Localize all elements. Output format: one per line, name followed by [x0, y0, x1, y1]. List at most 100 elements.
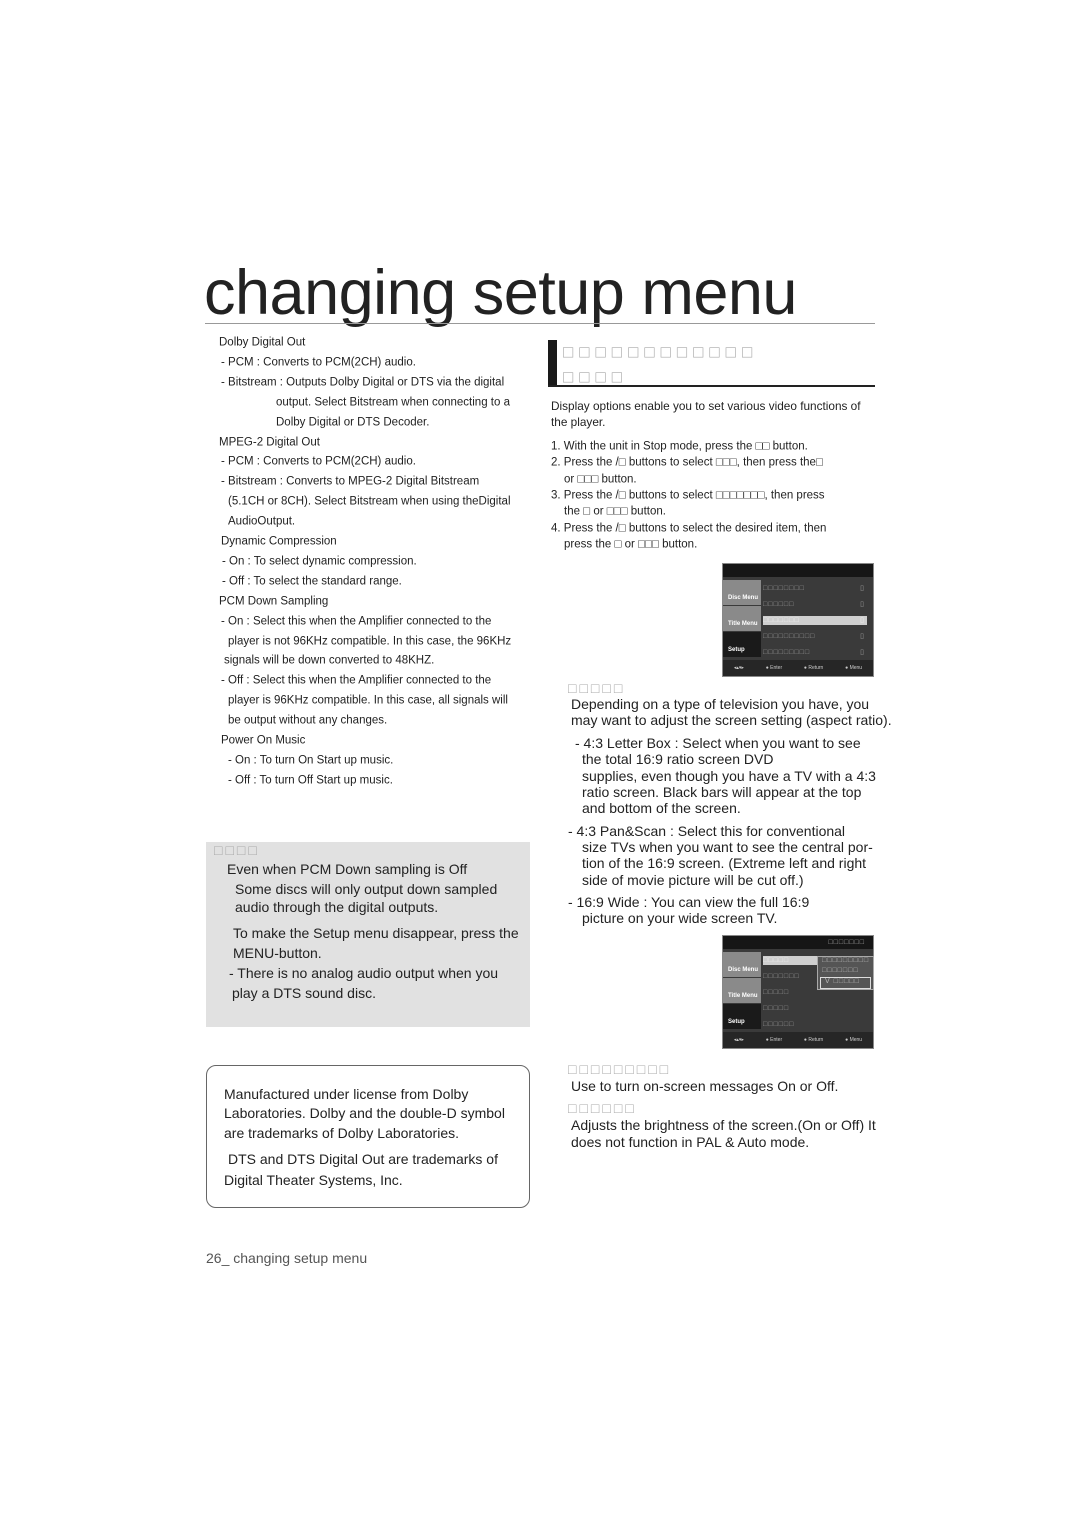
intro-line: Display options enable you to set variou… — [551, 399, 861, 414]
license-line: DTS and DTS Digital Out are trademarks o… — [228, 1151, 498, 1167]
osd-row-label: □□□□□ — [763, 989, 790, 996]
osd-footer-hint: ● Enter — [765, 665, 783, 671]
tv-aspect-screenshot: □□□□□□□ Disc Menu Title Menu Setup □□□□□ □□□□… — [722, 935, 874, 1049]
step-line: or □□□ button. — [564, 473, 637, 486]
tv-aspect-line: size TVs when you want to see the centra… — [582, 839, 873, 855]
osd-tab-label: Setup — [728, 1019, 745, 1025]
osd-footer-hint: ● Return — [803, 665, 824, 671]
tv-aspect-heading: □□□□□ — [568, 680, 626, 696]
text-line: Dolby Digital or DTS Decoder. — [276, 415, 430, 428]
text-line: player is not 96KHz compatible. In this … — [228, 634, 512, 647]
tv-aspect-line: may want to adjust the screen setting (a… — [571, 712, 892, 728]
osd-header-text: □□□□□□□ — [828, 939, 865, 946]
step-line: the □ or □□□ button. — [564, 505, 666, 518]
osd-row-label: □□□□□□□□□ — [763, 649, 811, 656]
osd-footer-hint: ● Return — [803, 1037, 824, 1043]
osd-row-label: □□□□□□□ — [763, 617, 800, 624]
text-line: player is 96KHz compatible. In this case… — [228, 694, 508, 707]
osd-footer-hint: ● Menu — [845, 665, 863, 671]
osd-menu-row: □□□□□□□□□□ ▯ — [763, 633, 865, 640]
tv-aspect-line: tion of the 16:9 screen. (Extreme left a… — [582, 855, 867, 871]
note-line: - There is no analog audio output when y… — [229, 965, 499, 981]
section-rule — [548, 385, 875, 387]
osd-footer-label: Return — [808, 665, 824, 671]
text-line: signals will be down converted to 48KHZ. — [224, 654, 435, 667]
text-line: - PCM : Converts to PCM(2CH) audio. — [221, 455, 416, 468]
black-level-line: Adjusts the brightness of the screen.(On… — [571, 1117, 876, 1133]
title-rule — [205, 323, 875, 324]
license-line: Manufactured under license from Dolby — [224, 1086, 469, 1102]
osd-tab-label: Title Menu — [728, 993, 758, 999]
tv-aspect-line: picture on your wide screen TV. — [582, 910, 778, 926]
note-heading: □□□□ — [214, 842, 260, 858]
text-line: - Off : To turn Off Start up music. — [228, 774, 393, 787]
text-line: MPEG-2 Digital Out — [219, 435, 320, 448]
osd-footer-hint: ● Menu — [845, 1037, 863, 1043]
text-line: PCM Down Sampling — [219, 594, 329, 607]
text-line: - Off : Select this when the Amplifier c… — [221, 674, 492, 687]
osd-menu-row: □□□□□□□□ ▯ — [763, 585, 865, 592]
text-line: be output without any changes. — [228, 714, 388, 727]
osd-tab-label: Title Menu — [728, 621, 758, 627]
tv-aspect-line: - 4:3 Pan&Scan : Select this for convent… — [568, 823, 846, 839]
note-line: Even when PCM Down sampling is Off — [227, 861, 468, 877]
tv-aspect-line: the total 16:9 ratio screen DVD — [582, 751, 774, 767]
osd-footer-label: Enter — [770, 1037, 783, 1043]
tv-aspect-line: Depending on a type of television you ha… — [571, 696, 870, 712]
tv-aspect-line: - 16:9 Wide : You can view the full 16:9 — [568, 894, 810, 910]
osd-row-label: □□□□□□□□ — [763, 585, 805, 592]
text-line: Dynamic Compression — [221, 535, 337, 548]
osd-tab-title: Title Menu — [723, 978, 761, 1003]
text-line: Dolby Digital Out — [219, 336, 306, 349]
license-line: are trademarks of Dolby Laboratories. — [224, 1125, 459, 1141]
text-line: - On : To turn On Start up music. — [228, 754, 394, 767]
osd-menu-row: □□□□□□ — [763, 1020, 867, 1029]
section-heading-line2: □□□□ — [563, 367, 629, 387]
text-line: - PCM : Converts to PCM(2CH) audio. — [221, 356, 416, 369]
osd-row-label: □□□□□□□ — [763, 973, 800, 980]
osd-row-label: □□□□□□□□□□ — [763, 633, 816, 640]
text-line: - Bitstream : Outputs Dolby Digital or D… — [221, 376, 505, 389]
step-line: 4. Press the /□ buttons to select the de… — [551, 522, 827, 535]
intro-line: the player. — [551, 415, 606, 430]
note-line: To make the Setup menu disappear, press … — [233, 925, 519, 941]
osd-row-label: □□□□□ — [763, 1005, 790, 1012]
tv-aspect-line: and bottom of the screen. — [582, 800, 741, 816]
osd-footer: ◂▴▾▸ ● Enter ● Return ● Menu — [723, 1032, 873, 1048]
note-line: Some discs will only output down sampled — [235, 881, 498, 897]
osd-popup-option: □□□□□□□□□ — [822, 957, 870, 964]
tv-aspect-line: side of movie picture will be cut off.) — [582, 872, 804, 888]
osd-menu-row: □□□□□□ ▯ — [763, 601, 865, 608]
osd-row-label: □□□□□□ — [763, 601, 795, 608]
osd-tab-disc: Disc Menu — [723, 952, 761, 977]
license-line: Laboratories. Dolby and the double-D sym… — [224, 1105, 505, 1121]
tv-aspect-line: - 4:3 Letter Box : Select when you want … — [575, 735, 861, 751]
tv-aspect-line: supplies, even though you have a TV with… — [582, 768, 876, 784]
text-line: - Off : To select the standard range. — [222, 575, 402, 588]
osd-row-label: □□□□□□ — [763, 1021, 795, 1028]
osd-popup: □□□□□□□□□ □□□□□□□ V □□□□□ — [817, 956, 874, 990]
black-level-heading: □□□□□□ — [568, 1100, 637, 1116]
section-heading-bar — [548, 340, 557, 387]
note-box: □□□□ Even when PCM Down sampling is Off So… — [206, 842, 530, 1027]
text-line: - Bitstream : Converts to MPEG-2 Digital… — [221, 475, 480, 488]
step-line: 1. With the unit in Stop mode, press the… — [551, 440, 808, 453]
osd-menu-row: □□□□□□□ ▯ — [763, 616, 867, 625]
osd-nav-icon: ◂▴▾▸ — [733, 665, 744, 671]
step-line: press the □ or □□□ button. — [564, 538, 698, 551]
osd-nav-icon: ◂▴▾▸ — [733, 1037, 744, 1043]
osd-popup-option: V □□□□□ — [820, 977, 871, 989]
osd-footer-hint: ● Enter — [765, 1037, 783, 1043]
text-line: - On : Select this when the Amplifier co… — [221, 614, 492, 627]
osd-footer-label: Menu — [849, 665, 863, 671]
osd-messages-heading: □□□□□□□□□ — [568, 1061, 672, 1077]
text-line: - On : To select dynamic compression. — [222, 555, 417, 568]
osd-footer-label: Menu — [849, 1037, 863, 1043]
page-footer: 26_ changing setup menu — [206, 1250, 368, 1266]
osd-row-label: □□□□□ — [763, 957, 790, 964]
note-line: audio through the digital outputs. — [235, 899, 439, 915]
text-line: AudioOutput. — [228, 515, 296, 528]
osd-header — [723, 564, 873, 577]
osd-footer: ◂▴▾▸ ● Enter ● Return ● Menu — [723, 660, 873, 676]
note-line: play a DTS sound disc. — [232, 985, 376, 1001]
